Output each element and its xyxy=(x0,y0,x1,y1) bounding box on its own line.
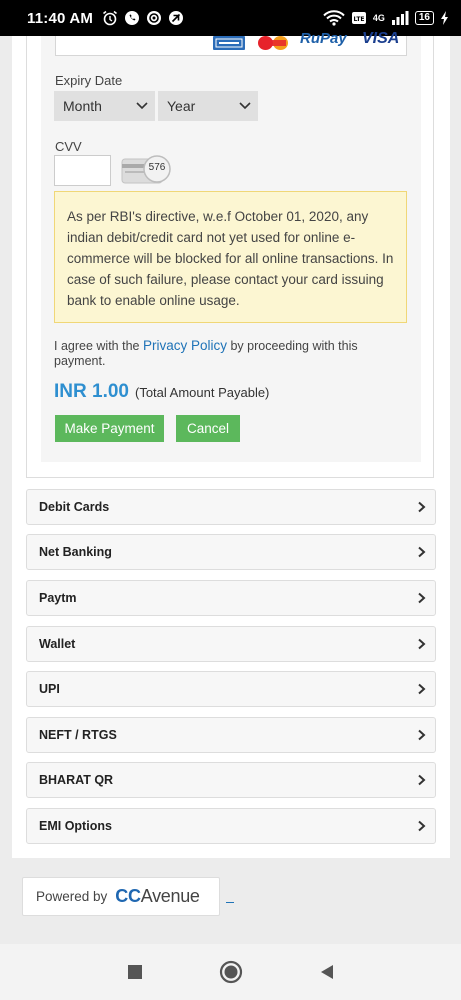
option-label: Wallet xyxy=(39,637,76,651)
recents-icon[interactable] xyxy=(127,964,143,980)
option-label: BHARAT QR xyxy=(39,773,114,787)
battery-level: 16 xyxy=(414,11,434,25)
home-icon[interactable] xyxy=(219,960,243,984)
cvv-hint-text: 576 xyxy=(148,162,166,173)
option-label: EMI Options xyxy=(39,819,112,833)
make-payment-button[interactable]: Make Payment xyxy=(55,415,164,442)
expiry-date-label: Expiry Date xyxy=(55,73,123,88)
visa-logo: VISA xyxy=(362,30,400,47)
cc-text: CC xyxy=(115,886,141,906)
ccavenue-logo: CCAvenue xyxy=(115,886,200,907)
amex-logo-icon xyxy=(213,36,245,50)
avenue-text: Avenue xyxy=(140,886,200,906)
chevron-right-icon xyxy=(418,592,426,604)
svg-text:LTE: LTE xyxy=(353,16,364,23)
privacy-agreement: I agree with the Privacy Policy by proce… xyxy=(54,338,394,369)
app-notification-icon xyxy=(147,11,162,25)
app-notification-icon-2 xyxy=(169,11,184,25)
notification-icons xyxy=(102,10,184,26)
option-label: UPI xyxy=(39,682,60,696)
option-label: Paytm xyxy=(39,591,77,605)
month-select-value: Month xyxy=(63,98,102,114)
alarm-icon xyxy=(103,10,118,26)
whatsapp-icon xyxy=(125,11,140,25)
chevron-right-icon xyxy=(418,501,426,513)
payment-option-upi[interactable]: UPI xyxy=(26,671,436,707)
expiry-month-select[interactable]: Month xyxy=(54,91,155,121)
chevron-right-icon xyxy=(418,546,426,558)
option-label: NEFT / RTGS xyxy=(39,728,117,742)
chevron-right-icon xyxy=(418,774,426,786)
payment-option-net-banking[interactable]: Net Banking xyxy=(26,534,436,570)
rupay-logo: RuPay xyxy=(300,30,347,47)
cvv-card-hint: 576 xyxy=(121,155,177,187)
agree-prefix: I agree with the xyxy=(54,339,143,353)
privacy-policy-link[interactable]: Privacy Policy xyxy=(143,338,227,353)
payment-option-paytm[interactable]: Paytm xyxy=(26,580,436,616)
chevron-down-icon xyxy=(136,102,148,110)
link-underline xyxy=(226,902,234,903)
payment-option-bharat-qr[interactable]: BHARAT QR xyxy=(26,762,436,798)
mastercard-logo-icon xyxy=(256,36,290,50)
network-type: 4G xyxy=(372,12,385,23)
status-time: 11:40 AM xyxy=(27,9,94,27)
android-nav-bar xyxy=(0,944,461,1000)
amount-note: (Total Amount Payable) xyxy=(134,385,270,400)
signal-icon xyxy=(391,11,409,25)
rbi-notice: As per RBI's directive, w.e.f October 01… xyxy=(54,191,407,323)
option-label: Debit Cards xyxy=(39,500,110,514)
cvv-label: CVV xyxy=(55,139,82,154)
payment-option-wallet[interactable]: Wallet xyxy=(26,626,436,662)
amount-value: INR 1.00 xyxy=(54,381,129,402)
chevron-right-icon xyxy=(418,638,426,650)
amount-payable: INR 1.00 (Total Amount Payable) xyxy=(54,381,269,403)
payment-option-emi[interactable]: EMI Options xyxy=(26,808,436,844)
powered-by-ccavenue: Powered by CCAvenue xyxy=(22,877,220,916)
powered-by-text: Powered by xyxy=(36,889,108,904)
payment-option-debit-cards[interactable]: Debit Cards xyxy=(26,489,436,525)
charging-icon xyxy=(441,11,448,25)
cvv-input[interactable] xyxy=(54,155,111,186)
chevron-right-icon xyxy=(418,820,426,832)
wifi-icon xyxy=(323,10,345,26)
system-icons: LTE 4G 16 xyxy=(323,10,449,26)
volte-icon: LTE xyxy=(351,12,366,24)
cancel-button[interactable]: Cancel xyxy=(176,415,240,442)
expiry-year-select[interactable]: Year xyxy=(158,91,258,121)
chevron-right-icon xyxy=(418,729,426,741)
back-icon[interactable] xyxy=(319,964,335,980)
payment-option-neft-rtgs[interactable]: NEFT / RTGS xyxy=(26,717,436,753)
option-label: Net Banking xyxy=(39,545,112,559)
year-select-value: Year xyxy=(167,98,196,114)
chevron-down-icon xyxy=(239,102,251,110)
chevron-right-icon xyxy=(418,683,426,695)
